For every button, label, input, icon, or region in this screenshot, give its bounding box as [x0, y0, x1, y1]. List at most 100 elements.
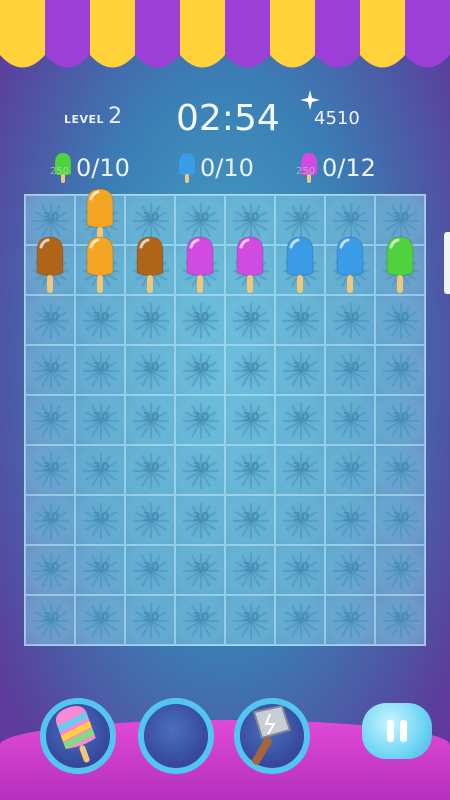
sparkle-icon	[300, 90, 320, 110]
board-cell[interactable]: 30	[275, 345, 325, 395]
rainbow-popsicle-booster[interactable]	[40, 698, 116, 774]
countdown-timer: 02:54	[176, 98, 280, 139]
blue-popsicle-icon	[179, 153, 195, 183]
board-cell[interactable]: 30	[375, 345, 425, 395]
board-cell[interactable]: 30	[175, 395, 225, 445]
board-cell[interactable]: 30	[225, 345, 275, 395]
board-cell[interactable]: 30	[125, 595, 175, 645]
board-cell[interactable]: 30	[275, 545, 325, 595]
board-cell[interactable]: 30	[25, 495, 75, 545]
board-cell[interactable]: 30	[25, 595, 75, 645]
board-cell[interactable]: 30	[375, 595, 425, 645]
board-cell[interactable]: 30	[75, 345, 125, 395]
cell-value: 30	[392, 560, 410, 574]
board-cell[interactable]: 30	[275, 595, 325, 645]
blue-popsicle[interactable]	[284, 235, 316, 299]
board-cell[interactable]: 30	[375, 445, 425, 495]
goal-blue-count: 0/10	[200, 154, 254, 182]
board-cell[interactable]: 30	[75, 595, 125, 645]
awning-stripe	[180, 0, 225, 68]
board-cell[interactable]: 30	[325, 295, 375, 345]
board-cell[interactable]: 30	[375, 495, 425, 545]
board-cell[interactable]: 30	[325, 345, 375, 395]
goal-purple-badge: 250	[296, 166, 316, 177]
board-cell[interactable]: 30	[225, 495, 275, 545]
empty-booster-slot[interactable]	[138, 698, 214, 774]
cell-value: 30	[142, 460, 160, 474]
board-cell[interactable]: 30	[175, 495, 225, 545]
board-cell[interactable]: 30	[225, 445, 275, 495]
board-cell[interactable]: 30	[225, 295, 275, 345]
board-cell[interactable]: 30	[225, 545, 275, 595]
cell-value: 30	[242, 560, 260, 574]
green-popsicle[interactable]	[384, 235, 416, 299]
board-cell[interactable]: 30	[25, 395, 75, 445]
board-cell[interactable]: 30	[375, 545, 425, 595]
board-cell[interactable]: 30	[125, 445, 175, 495]
board-cell[interactable]: 30	[125, 395, 175, 445]
board-cell[interactable]: 30	[325, 395, 375, 445]
cell-value: 30	[392, 360, 410, 374]
board-cell[interactable]: 30	[125, 295, 175, 345]
board-cell[interactable]: 30	[275, 445, 325, 495]
cell-value: 30	[292, 510, 310, 524]
board-cell[interactable]: 30	[75, 295, 125, 345]
purple-popsicle[interactable]	[234, 235, 266, 299]
purple-popsicle[interactable]	[184, 235, 216, 299]
cell-value: 30	[392, 510, 410, 524]
cell-value: 30	[42, 460, 60, 474]
board-cell[interactable]: 30	[175, 345, 225, 395]
board-cell[interactable]: 30	[275, 295, 325, 345]
popsicle-icon	[186, 236, 214, 293]
brown-popsicle[interactable]	[34, 235, 66, 299]
board-cell[interactable]: 30	[125, 545, 175, 595]
level-number: 2	[108, 104, 123, 129]
cell-value: 30	[242, 610, 260, 624]
board-cell[interactable]: 30	[225, 595, 275, 645]
board-cell[interactable]: 30	[325, 545, 375, 595]
board-cell[interactable]: 30	[75, 395, 125, 445]
cell-value: 30	[292, 560, 310, 574]
cell-value: 30	[92, 460, 110, 474]
goal-green-count: 0/10	[76, 154, 130, 182]
board-cell[interactable]: 30	[75, 445, 125, 495]
cell-value: 30	[92, 510, 110, 524]
blue-popsicle[interactable]	[334, 235, 366, 299]
board-cell[interactable]: 30	[125, 495, 175, 545]
board-cell[interactable]: 30	[25, 445, 75, 495]
board-cell[interactable]: 30	[175, 595, 225, 645]
popsicle-icon	[336, 236, 364, 293]
game-board[interactable]: 30 30 30 30 30 30 30 30 30 30 30 30 30 30 30 30 30 30 30 30…	[24, 188, 426, 646]
board-cell[interactable]: 30	[325, 595, 375, 645]
board-cell[interactable]: 30	[275, 395, 325, 445]
cell-value: 30	[142, 210, 160, 224]
board-cell[interactable]: 30	[175, 545, 225, 595]
board-cell[interactable]: 30	[225, 395, 275, 445]
board-cell[interactable]: 30	[125, 345, 175, 395]
board-cell[interactable]: 30	[375, 395, 425, 445]
board-cell[interactable]: 30	[275, 495, 325, 545]
cell-value: 30	[42, 360, 60, 374]
board-cell[interactable]: 30	[325, 495, 375, 545]
board-cell[interactable]: 30	[75, 545, 125, 595]
cell-value: 30	[342, 360, 360, 374]
board-cell[interactable]: 30	[25, 345, 75, 395]
board-cell[interactable]: 30	[25, 295, 75, 345]
board-cell[interactable]: 30	[325, 445, 375, 495]
board-cell[interactable]: 30	[75, 495, 125, 545]
orange-popsicle[interactable]	[84, 235, 116, 299]
board-cell[interactable]: 30	[375, 295, 425, 345]
cell-value: 30	[242, 360, 260, 374]
popsicle-icon	[86, 236, 114, 293]
cell-value: 30	[142, 360, 160, 374]
board-cell[interactable]: 30	[175, 295, 225, 345]
cell-value: 30	[342, 460, 360, 474]
cell-value: 30	[192, 360, 210, 374]
board-cell[interactable]: 30	[25, 545, 75, 595]
hammer-booster[interactable]	[234, 698, 310, 774]
pause-button[interactable]	[362, 703, 432, 759]
goal-green-badge: 250	[50, 166, 70, 177]
brown-popsicle[interactable]	[134, 235, 166, 299]
cell-value: 30	[42, 610, 60, 624]
board-cell[interactable]: 30	[175, 445, 225, 495]
